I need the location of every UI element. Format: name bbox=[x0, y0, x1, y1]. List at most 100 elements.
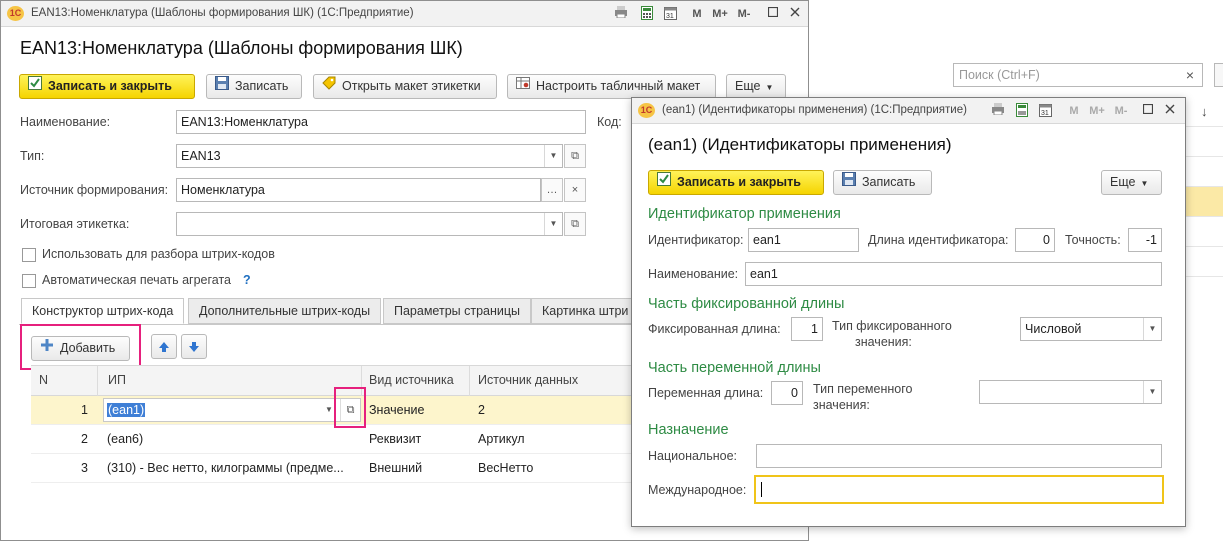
fixed-length-field[interactable]: 1 bbox=[791, 317, 823, 341]
auto-print-checkbox[interactable] bbox=[22, 274, 36, 288]
column-divider bbox=[469, 366, 470, 396]
use-for-parsing-checkbox[interactable] bbox=[22, 248, 36, 262]
open-label-template-label: Открыть макет этикетки bbox=[342, 79, 481, 93]
fixed-length-label: Фиксированная длина: bbox=[648, 322, 781, 336]
memory-plus-icon[interactable]: M+ bbox=[1088, 103, 1106, 119]
cell-n: 3 bbox=[81, 461, 88, 475]
setup-table-template-label: Настроить табличный макет bbox=[536, 79, 701, 93]
ip-cell-value: (ean1) bbox=[107, 403, 146, 417]
national-field[interactable] bbox=[756, 444, 1162, 468]
total-label-open-button[interactable]: ⧉ bbox=[564, 212, 586, 236]
move-up-button[interactable] bbox=[151, 334, 177, 359]
main-titlebar: 1С EAN13:Номенклатура (Шаблоны формирова… bbox=[1, 1, 808, 27]
column-header-n[interactable]: N bbox=[39, 373, 48, 387]
memory-minus-icon[interactable]: M- bbox=[1112, 103, 1130, 119]
open-label-template-button[interactable]: Открыть макет этикетки bbox=[313, 74, 497, 99]
more-button[interactable]: Еще ▼ bbox=[726, 74, 786, 99]
memory-m-icon[interactable]: M bbox=[1068, 103, 1080, 119]
ip-cell-editor[interactable]: (ean1) ▼ ⧉ bbox=[103, 398, 361, 422]
dialog-save-and-close-label: Записать и закрыть bbox=[677, 175, 801, 189]
app-logo-icon: 1С bbox=[7, 6, 24, 21]
column-header-source-kind[interactable]: Вид источника bbox=[369, 373, 454, 387]
label-tag-icon bbox=[322, 75, 336, 98]
type-open-button[interactable]: ⧉ bbox=[564, 144, 586, 168]
dialog-more-button[interactable]: Еще ▼ bbox=[1101, 170, 1162, 195]
international-field[interactable] bbox=[754, 475, 1164, 504]
fixed-type-label-1: Тип фиксированного bbox=[832, 319, 952, 333]
close-icon[interactable] bbox=[1164, 103, 1176, 119]
dialog-save-label: Записать bbox=[862, 175, 916, 189]
save-close-icon bbox=[657, 171, 671, 194]
variable-length-field[interactable]: 0 bbox=[771, 381, 803, 405]
dialog-more-label: Еще bbox=[1110, 175, 1136, 189]
dialog-save-and-close-button[interactable]: Записать и закрыть bbox=[648, 170, 824, 195]
more-label: Еще bbox=[735, 79, 761, 93]
calendar-icon[interactable]: 31 bbox=[1037, 103, 1053, 119]
precision-field[interactable]: -1 bbox=[1128, 228, 1162, 252]
app-logo-icon: 1С bbox=[638, 103, 655, 118]
save-label: Записать bbox=[235, 79, 289, 93]
page-title: EAN13:Номенклатура (Шаблоны формирования… bbox=[20, 38, 463, 58]
svg-text:31: 31 bbox=[1041, 110, 1049, 117]
column-header-ip[interactable]: ИП bbox=[108, 373, 126, 387]
name-field[interactable]: EAN13:Номенклатура bbox=[176, 110, 586, 134]
identifier-length-label: Длина идентификатора: bbox=[868, 233, 1009, 247]
calculator-icon[interactable] bbox=[1014, 103, 1030, 119]
calendar-icon[interactable]: 31 bbox=[662, 6, 678, 22]
background-side-button[interactable] bbox=[1214, 63, 1223, 87]
calculator-icon[interactable] bbox=[639, 6, 655, 22]
dialog-name-field[interactable]: ean1 bbox=[745, 262, 1162, 286]
identifier-length-field[interactable]: 0 bbox=[1015, 228, 1055, 252]
column-divider bbox=[97, 366, 98, 396]
tab-barcode-constructor[interactable]: Конструктор штрих-кода bbox=[21, 298, 185, 324]
variable-type-select[interactable]: ▼ bbox=[979, 380, 1162, 404]
printer-icon[interactable] bbox=[990, 103, 1006, 119]
cell-source-kind: Реквизит bbox=[369, 432, 422, 446]
setup-table-template-button[interactable]: Настроить табличный макет bbox=[507, 74, 716, 99]
dialog-save-button[interactable]: Записать bbox=[833, 170, 932, 195]
memory-plus-icon[interactable]: M+ bbox=[711, 6, 729, 22]
cell-data-source: ВесНетто bbox=[478, 461, 534, 475]
open-button-highlight bbox=[334, 387, 366, 428]
column-header-data-source[interactable]: Источник данных bbox=[478, 373, 578, 387]
printer-icon[interactable] bbox=[613, 6, 629, 22]
source-select-button[interactable]: … bbox=[541, 178, 563, 202]
clear-icon[interactable]: × bbox=[1186, 67, 1194, 83]
memory-minus-icon[interactable]: M- bbox=[735, 6, 753, 22]
maximize-icon[interactable] bbox=[767, 6, 779, 22]
memory-m-icon[interactable]: M bbox=[691, 6, 703, 22]
maximize-icon[interactable] bbox=[1142, 103, 1154, 119]
identifier-field[interactable]: ean1 bbox=[748, 228, 859, 252]
tab-page-parameters[interactable]: Параметры страницы bbox=[383, 298, 532, 324]
tab-barcode-image[interactable]: Картинка штри bbox=[531, 298, 640, 324]
floppy-icon bbox=[215, 75, 229, 98]
save-and-close-button[interactable]: Записать и закрыть bbox=[19, 74, 195, 99]
cell-source-kind: Внешний bbox=[369, 461, 423, 475]
dialog-name-label: Наименование: bbox=[648, 267, 739, 281]
arrow-down-icon bbox=[188, 339, 200, 353]
source-clear-button[interactable]: × bbox=[564, 178, 586, 202]
dialog-titlebar: 1С (ean1) (Идентификаторы применения) (1… bbox=[632, 98, 1185, 124]
help-icon[interactable]: ? bbox=[243, 273, 251, 287]
total-label-dropdown-icon[interactable]: ▼ bbox=[544, 213, 562, 235]
fixed-type-dropdown-icon[interactable]: ▼ bbox=[1143, 318, 1161, 340]
national-label: Национальное: bbox=[648, 449, 738, 463]
use-for-parsing-label: Использовать для разбора штрих-кодов bbox=[42, 247, 275, 261]
fixed-type-select[interactable]: Числовой ▼ bbox=[1020, 317, 1162, 341]
move-down-button[interactable] bbox=[181, 334, 207, 359]
variable-type-dropdown-icon[interactable]: ▼ bbox=[1143, 381, 1161, 403]
type-field[interactable]: EAN13 ▼ bbox=[176, 144, 563, 168]
total-label-field[interactable]: ▼ bbox=[176, 212, 563, 236]
add-button-highlight bbox=[20, 324, 141, 370]
save-button[interactable]: Записать bbox=[206, 74, 302, 99]
type-dropdown-icon[interactable]: ▼ bbox=[544, 145, 562, 167]
type-label: Тип: bbox=[20, 149, 45, 163]
floppy-icon bbox=[842, 171, 856, 194]
tab-additional-barcodes[interactable]: Дополнительные штрих-коды bbox=[188, 298, 382, 324]
close-icon[interactable] bbox=[789, 6, 801, 22]
dialog-title: (ean1) (Идентификаторы применения) bbox=[648, 135, 952, 154]
source-field[interactable]: Номенклатура bbox=[176, 178, 541, 202]
background-sort-icon: ↓ bbox=[1201, 104, 1208, 119]
background-search-input[interactable]: Поиск (Ctrl+F) × bbox=[953, 63, 1203, 87]
total-label-label: Итоговая этикетка: bbox=[20, 217, 130, 231]
